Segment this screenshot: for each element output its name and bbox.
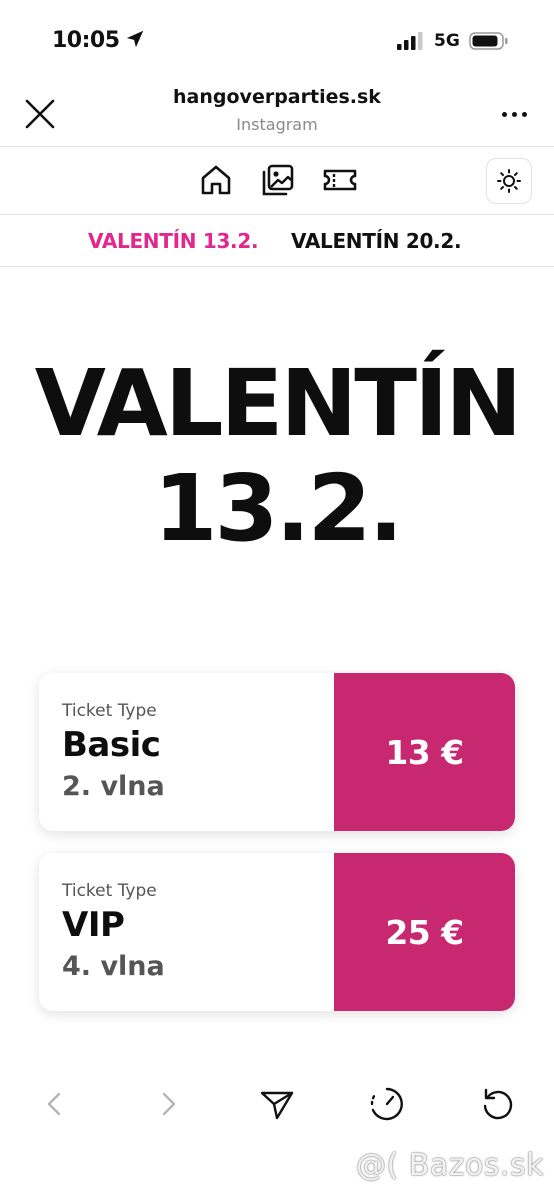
back-icon[interactable]: [35, 1084, 75, 1124]
speed-icon[interactable]: [367, 1084, 407, 1124]
ticket-price-button[interactable]: 13 €: [334, 673, 515, 831]
ticket-price-button[interactable]: 25 €: [334, 853, 515, 1011]
ticket-name: Basic: [62, 725, 161, 765]
hero-date: 13.2.: [153, 455, 404, 562]
ticket-icon[interactable]: [322, 162, 358, 198]
gallery-icon[interactable]: [260, 162, 296, 198]
more-icon: [502, 112, 507, 117]
sun-icon: [497, 169, 521, 193]
page-subtitle: Instagram: [236, 115, 318, 134]
ticket-type-label: Ticket Type: [62, 881, 157, 901]
header-divider: [0, 146, 554, 147]
home-icon[interactable]: [198, 162, 234, 198]
share-icon[interactable]: [257, 1084, 297, 1124]
ticket-type-label: Ticket Type: [62, 701, 157, 721]
signal-icon: [397, 32, 423, 50]
ticket-price: 13 €: [385, 732, 464, 772]
hero-title: VALENTÍN: [34, 350, 523, 457]
location-arrow-icon: [126, 30, 144, 48]
ticket-wave: 2. vlna: [62, 771, 165, 802]
ticket-card-vip[interactable]: Ticket Type VIP 4. vlna 25 €: [39, 853, 515, 1011]
ticket-price: 25 €: [385, 912, 464, 952]
nav-divider: [0, 214, 554, 215]
ticket-card-basic[interactable]: Ticket Type Basic 2. vlna 13 €: [39, 673, 515, 831]
ticket-name: VIP: [62, 905, 125, 945]
tabs-divider: [0, 266, 554, 267]
page-title: hangoverparties.sk: [173, 86, 381, 108]
tab-valentin-13[interactable]: VALENTÍN 13.2.: [88, 229, 259, 253]
ticket-wave: 4. vlna: [62, 951, 165, 982]
status-bar: 10:05 5G: [0, 0, 554, 80]
watermark: @( Bazos.sk: [356, 1148, 544, 1183]
reload-icon[interactable]: [478, 1084, 518, 1124]
tab-valentin-20[interactable]: VALENTÍN 20.2.: [291, 229, 462, 253]
more-button[interactable]: [498, 104, 532, 124]
theme-toggle-button[interactable]: [486, 158, 532, 204]
status-time: 10:05: [52, 28, 120, 53]
battery-icon: [469, 32, 508, 50]
forward-icon[interactable]: [148, 1084, 188, 1124]
network-label: 5G: [434, 31, 460, 51]
